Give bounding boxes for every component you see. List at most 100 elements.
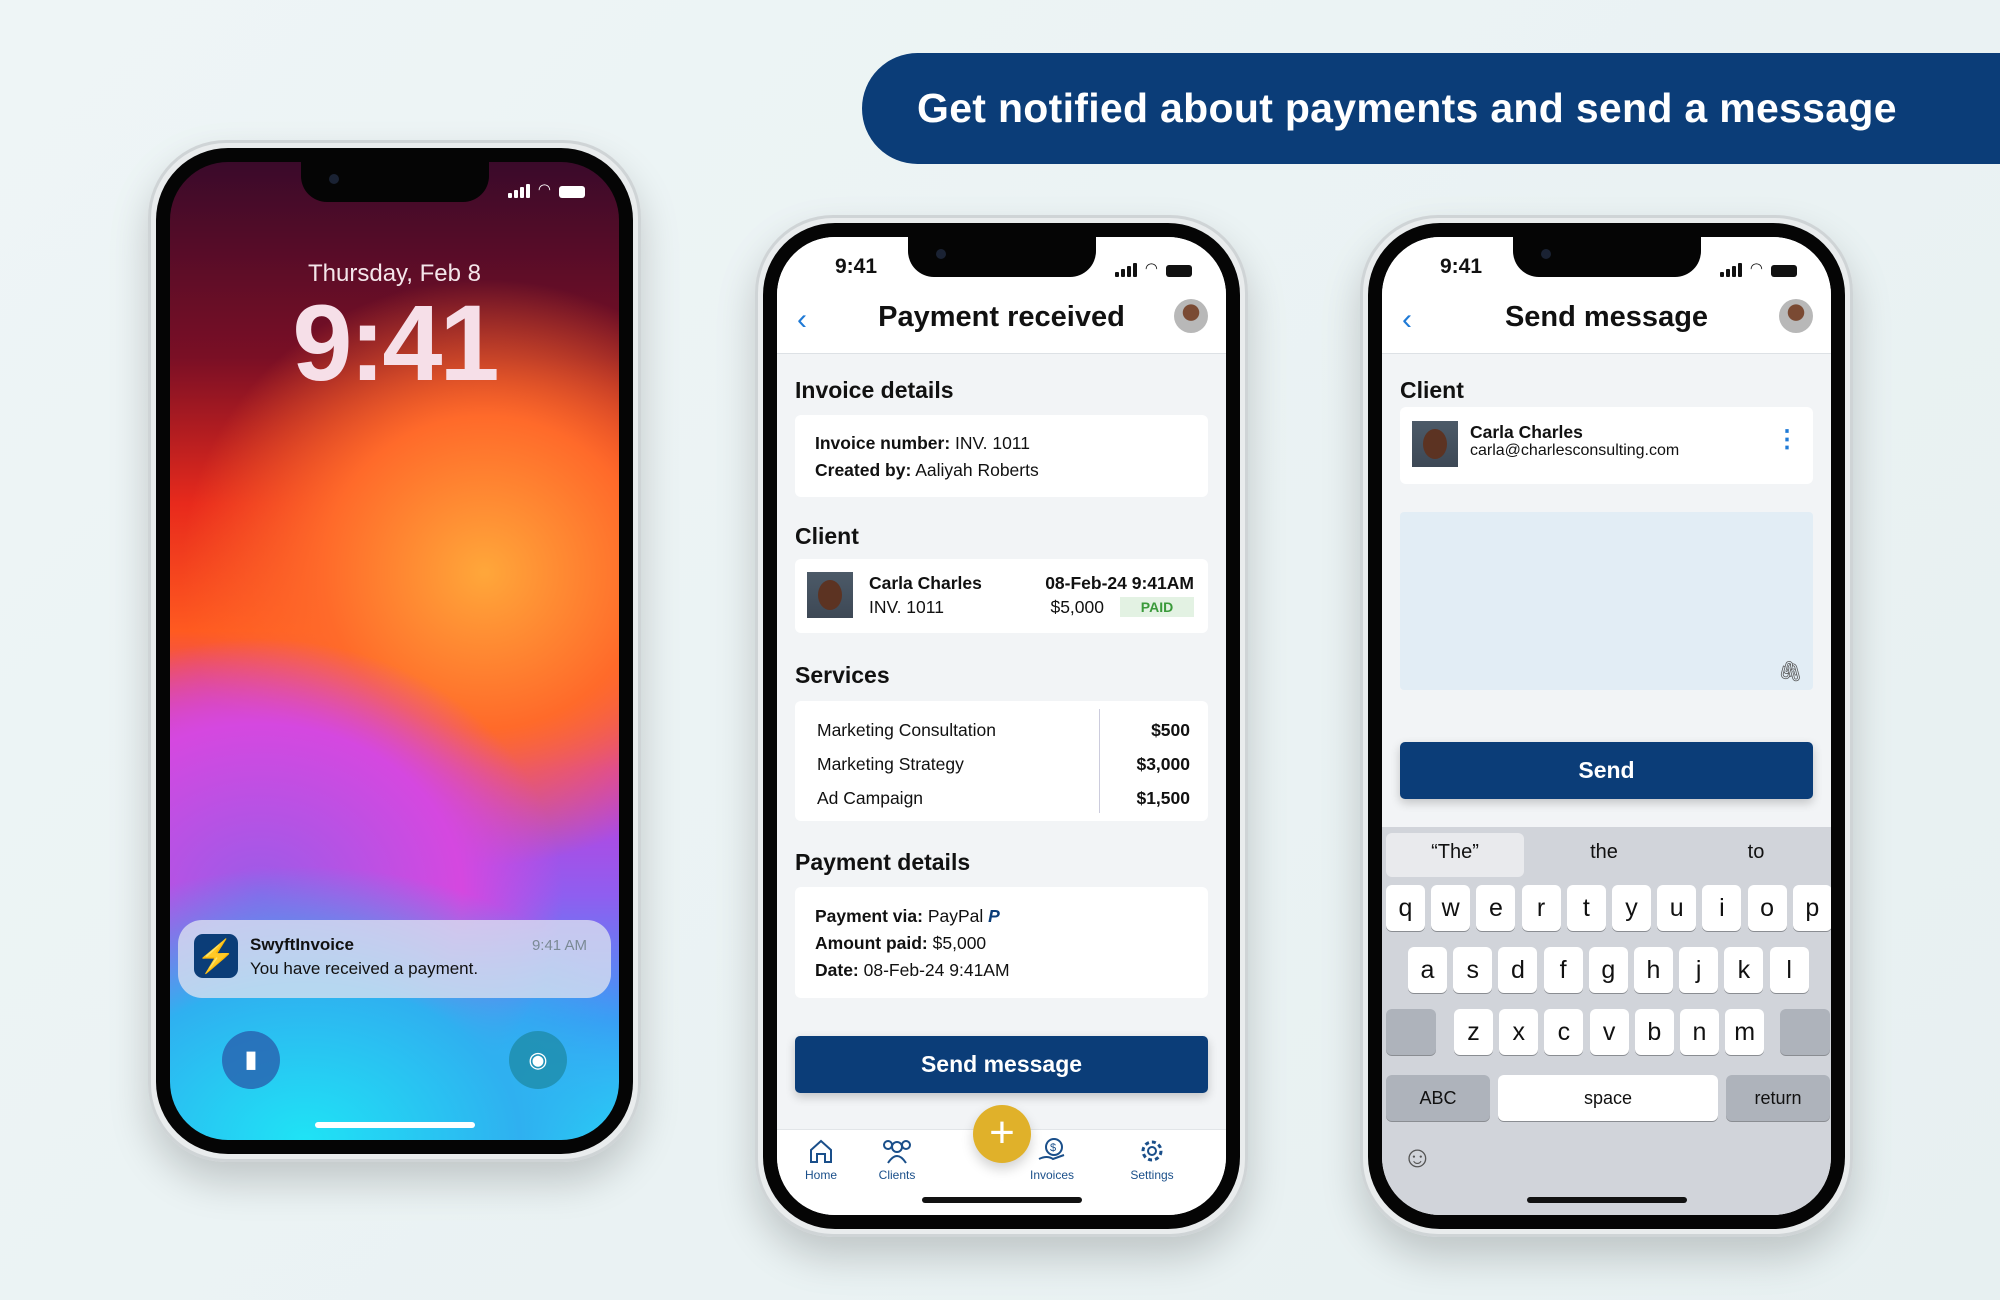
status-icons: ◠ <box>1114 259 1192 277</box>
home-indicator <box>921 1197 1082 1203</box>
key-u[interactable]: u <box>1657 885 1697 931</box>
key-j[interactable]: j <box>1679 947 1719 993</box>
space-key[interactable]: space <box>1498 1075 1718 1121</box>
payment-via: PayPal <box>927 906 984 926</box>
notification-message: You have received a payment. <box>250 959 479 978</box>
notification[interactable]: ⚡ SwyftInvoice You have received a payme… <box>178 920 611 998</box>
service-name: Marketing Consultation <box>817 720 996 740</box>
battery-icon <box>1771 265 1797 277</box>
home-icon <box>810 1139 832 1163</box>
battery-icon <box>1166 265 1192 277</box>
services-names: Marketing Consultation Marketing Strateg… <box>817 713 996 815</box>
payment-date: 08-Feb-24 9:41AM <box>863 960 1010 980</box>
key-q[interactable]: q <box>1386 885 1425 931</box>
return-key[interactable]: return <box>1726 1075 1830 1121</box>
lock-time: 9:41 <box>292 282 499 403</box>
suggestion[interactable]: to <box>1680 841 1831 864</box>
service-name: Marketing Strategy <box>817 754 964 774</box>
tab-label: Invoices <box>1029 1168 1075 1182</box>
wifi-icon: ◠ <box>1749 260 1763 277</box>
key-r[interactable]: r <box>1521 885 1561 931</box>
message-input[interactable] <box>1400 512 1813 690</box>
phone-lock-screen: ◠ Thursday, Feb 8 9:41 ⚡ SwyftInvoice Yo… <box>148 140 641 1162</box>
key-d[interactable]: d <box>1498 947 1538 993</box>
notch <box>907 237 1096 277</box>
page-title: Send message <box>1504 301 1709 333</box>
key-f[interactable]: f <box>1543 947 1583 993</box>
invoice-number-label: Invoice number: <box>815 433 951 453</box>
status-icons: ◠ <box>1719 259 1797 277</box>
status-time: 9:41 <box>835 255 878 278</box>
key-t[interactable]: t <box>1566 885 1606 931</box>
amount-paid: $5,000 <box>932 933 987 953</box>
avatar[interactable] <box>1174 299 1208 333</box>
paperclip-icon[interactable]: 🖇 <box>1778 659 1803 684</box>
delete-key[interactable] <box>1780 1009 1830 1055</box>
key-b[interactable]: b <box>1634 1009 1674 1055</box>
signal-icon <box>1114 263 1137 277</box>
key-g[interactable]: g <box>1588 947 1628 993</box>
key-o[interactable]: o <box>1747 885 1787 931</box>
key-i[interactable]: i <box>1702 885 1742 931</box>
client-card[interactable]: Carla Charles INV. 1011 08-Feb-24 9:41AM… <box>795 559 1208 633</box>
shift-key[interactable] <box>1386 1009 1436 1055</box>
created-by-label: Created by: <box>815 460 912 480</box>
send-message-button[interactable]: Send message <box>795 1036 1208 1093</box>
suggestion[interactable]: “The” <box>1382 841 1528 864</box>
status-time: 9:41 <box>1440 255 1483 278</box>
avatar[interactable] <box>1779 299 1813 333</box>
emoji-icon[interactable]: ☺ <box>1402 1141 1433 1175</box>
header: ‹ Send message <box>1382 297 1831 354</box>
key-x[interactable]: x <box>1499 1009 1539 1055</box>
key-k[interactable]: k <box>1724 947 1764 993</box>
key-e[interactable]: e <box>1476 885 1516 931</box>
amount-paid-label: Amount paid: <box>815 933 928 953</box>
key-v[interactable]: v <box>1589 1009 1629 1055</box>
camera-button[interactable]: ◉ <box>509 1031 567 1089</box>
client-card[interactable]: Carla Charles carla@charlesconsulting.co… <box>1400 407 1813 484</box>
tab-label: Clients <box>878 1168 916 1182</box>
key-s[interactable]: s <box>1453 947 1493 993</box>
service-price: $1,500 <box>1136 788 1190 808</box>
service-price: $3,000 <box>1136 754 1190 774</box>
tab-invoices[interactable]: $ Invoices <box>1012 1137 1092 1182</box>
send-button[interactable]: Send <box>1400 742 1813 799</box>
notification-time: 9:41 AM <box>531 937 587 954</box>
abc-key[interactable]: ABC <box>1386 1075 1490 1121</box>
status-icons: ◠ <box>507 180 585 198</box>
key-w[interactable]: w <box>1431 885 1471 931</box>
key-y[interactable]: y <box>1612 885 1651 931</box>
client-name: Carla Charles <box>1470 422 1583 442</box>
flashlight-button[interactable]: ▮ <box>222 1031 280 1089</box>
date-label: Date: <box>815 960 859 980</box>
key-z[interactable]: z <box>1454 1009 1493 1055</box>
key-a[interactable]: a <box>1408 947 1447 993</box>
signal-icon <box>507 184 530 198</box>
client-photo <box>1412 421 1458 467</box>
headline-text: Get notified about payments and send a m… <box>917 85 1897 131</box>
phone-send-message: 9:41 ◠ ‹ Send message Client Carla Charl… <box>1360 215 1853 1237</box>
clients-icon <box>883 1140 911 1164</box>
message-screen: 9:41 ◠ ‹ Send message Client Carla Charl… <box>1382 237 1831 1215</box>
home-indicator <box>1526 1197 1687 1203</box>
tab-clients[interactable]: Clients <box>857 1137 937 1182</box>
home-indicator <box>314 1122 475 1128</box>
key-c[interactable]: c <box>1544 1009 1584 1055</box>
created-by: Aaliyah Roberts <box>915 460 1039 480</box>
invoice-number: INV. 1011 <box>955 433 1030 453</box>
notch <box>300 162 489 202</box>
key-p[interactable]: p <box>1792 885 1831 931</box>
suggestion[interactable]: the <box>1528 841 1680 864</box>
client-email: carla@charlesconsulting.com <box>1470 442 1680 459</box>
tab-settings[interactable]: Settings <box>1112 1137 1192 1182</box>
client-name: Carla Charles <box>869 573 982 593</box>
more-options-icon[interactable]: ⋮ <box>1775 425 1799 454</box>
key-l[interactable]: l <box>1769 947 1809 993</box>
signal-icon <box>1719 263 1742 277</box>
plus-icon: + <box>989 1108 1015 1157</box>
tab-home[interactable]: Home <box>781 1137 861 1182</box>
key-m[interactable]: m <box>1725 1009 1765 1055</box>
key-h[interactable]: h <box>1634 947 1673 993</box>
keyboard: “The” the to qwertyuiopasdfghjklzxcvbnm … <box>1382 827 1831 1215</box>
key-n[interactable]: n <box>1680 1009 1719 1055</box>
